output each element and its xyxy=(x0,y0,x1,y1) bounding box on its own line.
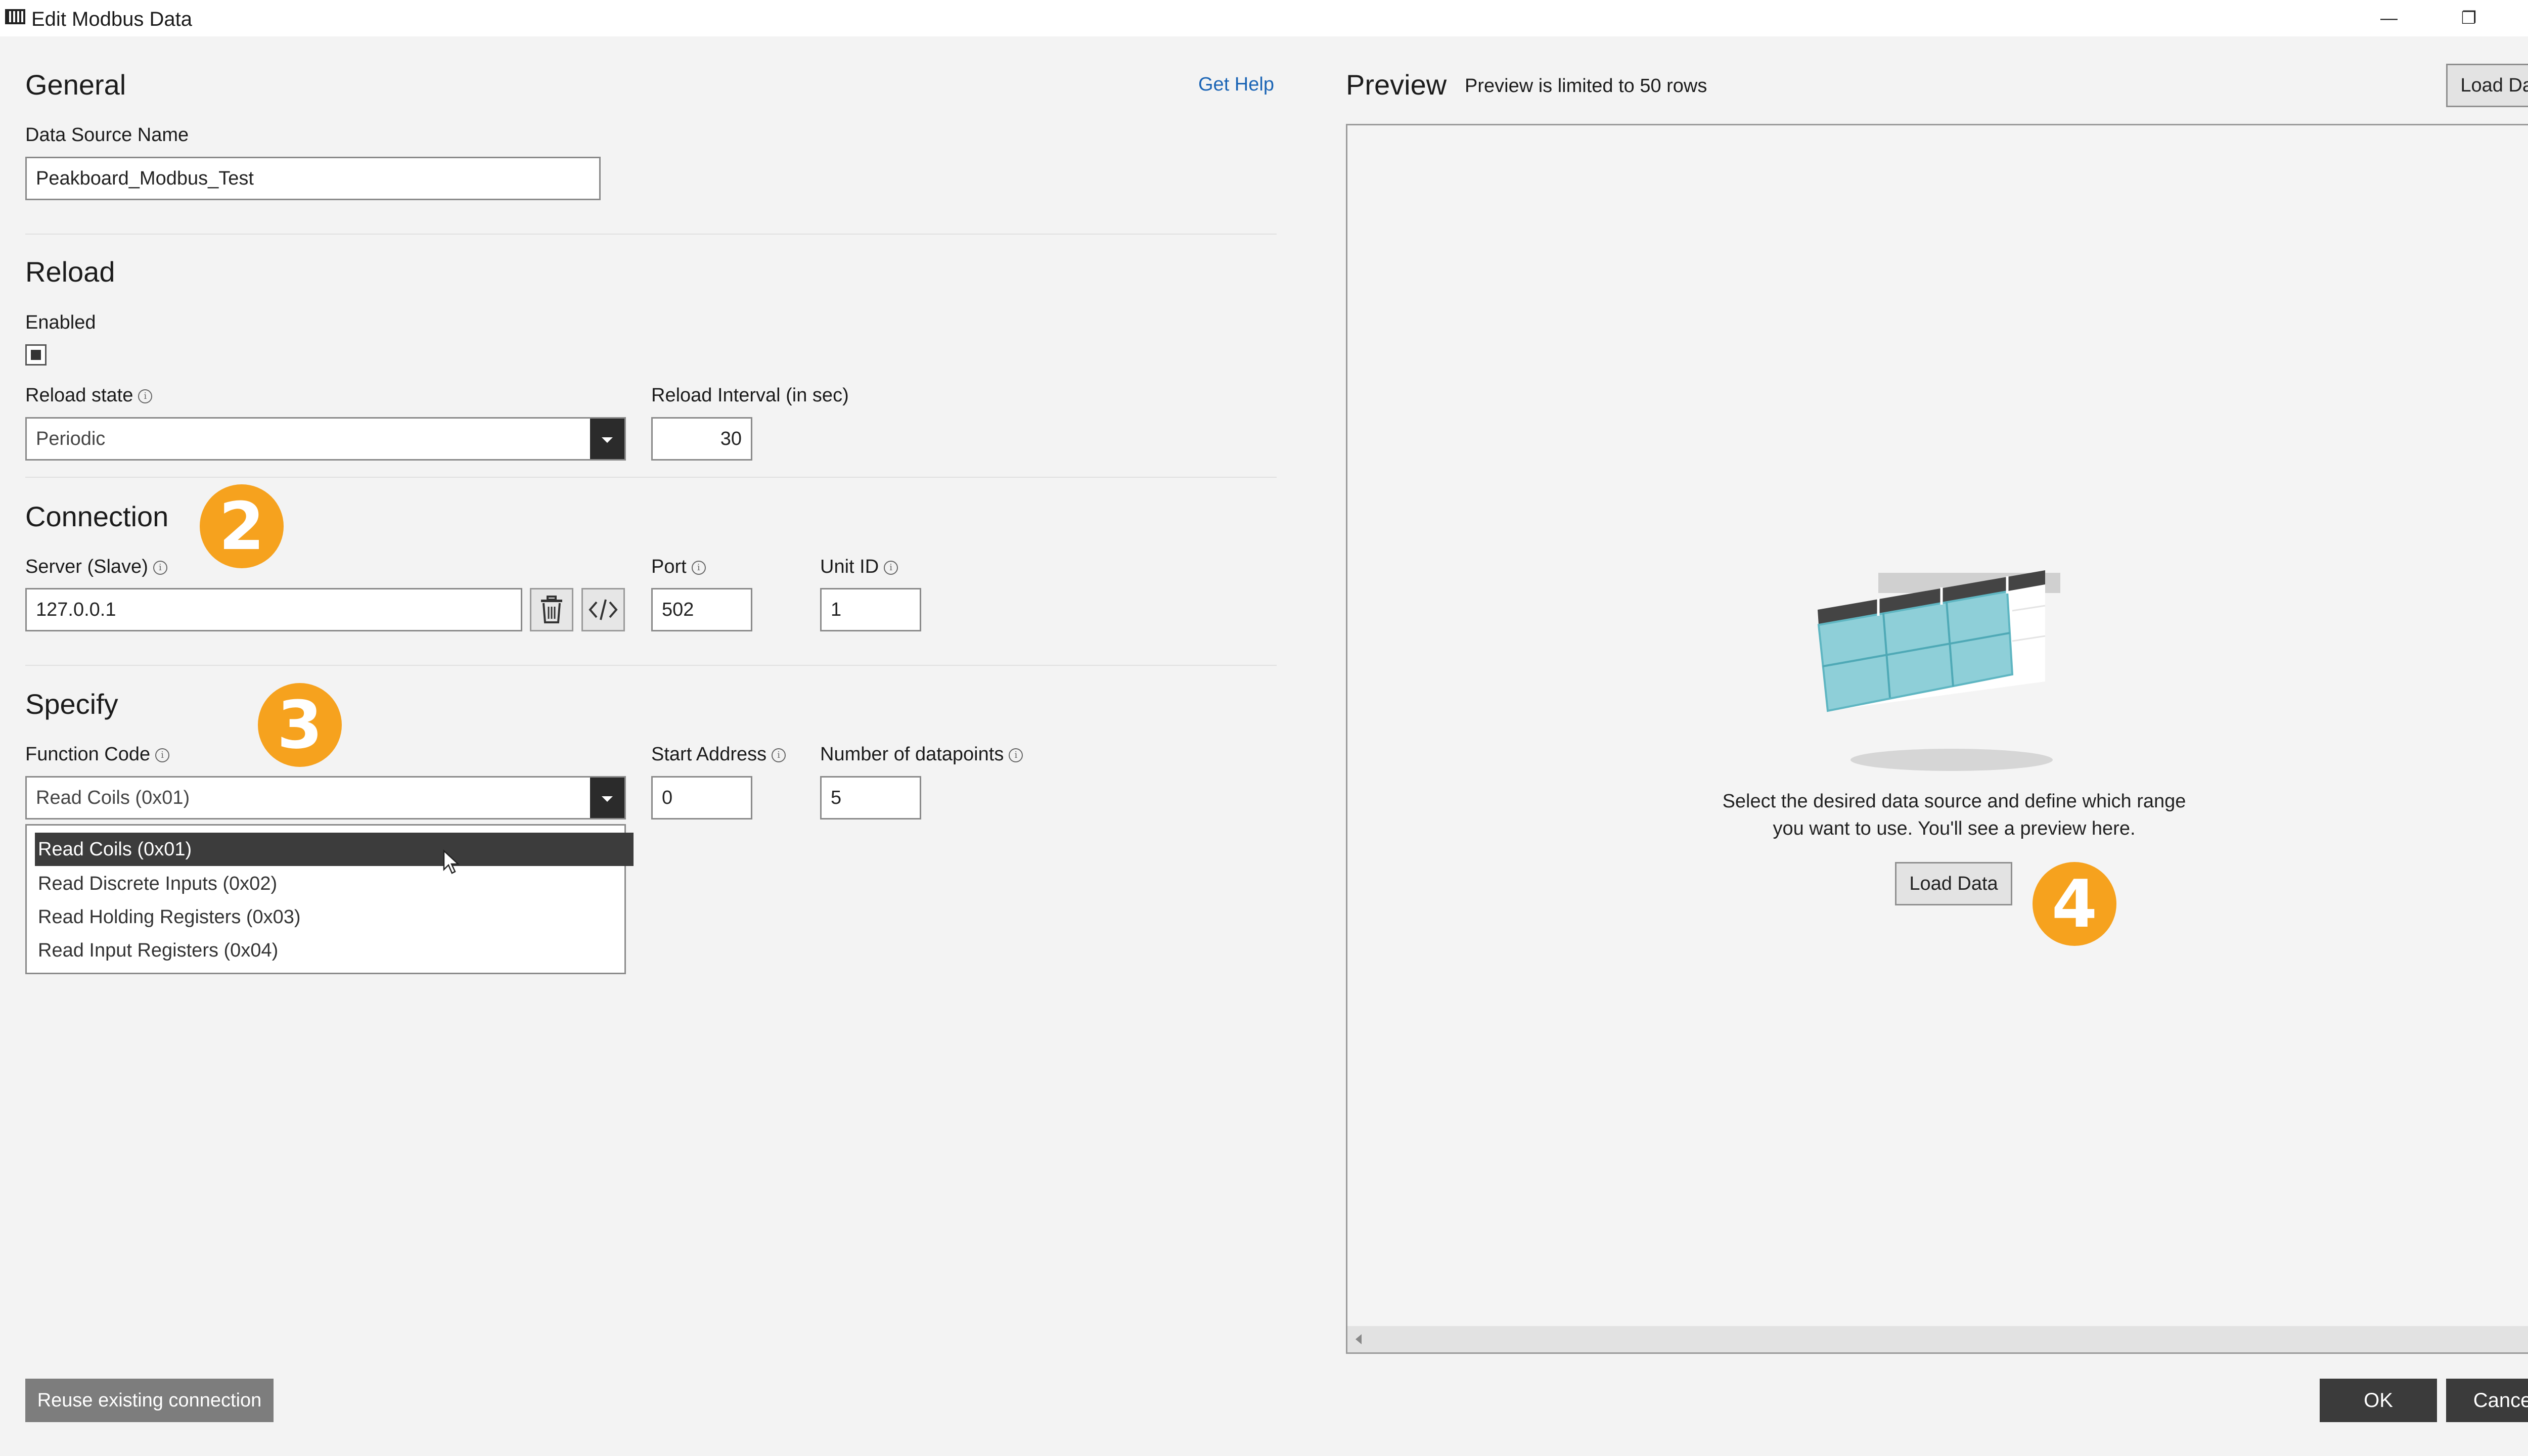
reuse-connection-button[interactable]: Reuse existing connection xyxy=(25,1379,274,1422)
function-code-label-text: Function Code xyxy=(25,744,151,765)
empty-table-illustration xyxy=(1817,570,2060,771)
minimize-button[interactable]: — xyxy=(2351,0,2427,36)
info-icon[interactable]: i xyxy=(155,748,170,762)
preview-note: Preview is limited to 50 rows xyxy=(1465,75,1707,97)
reload-state-dropdown[interactable]: Periodic xyxy=(25,417,626,461)
option-read-holding-registers[interactable]: Read Holding Registers (0x03) xyxy=(35,900,634,934)
info-icon[interactable]: i xyxy=(153,560,167,575)
reload-state-label: Reload state i xyxy=(25,383,153,407)
connection-heading: Connection xyxy=(25,500,169,532)
get-help-link[interactable]: Get Help xyxy=(1198,74,1274,96)
reload-heading: Reload xyxy=(25,256,115,288)
separator xyxy=(25,665,1277,666)
preview-heading: Preview xyxy=(1346,69,1447,101)
data-source-name-input[interactable]: Peakboard_Modbus_Test xyxy=(25,157,601,200)
separator xyxy=(25,234,1277,235)
step-badge-3: 3 xyxy=(258,683,342,767)
reload-state-value: Periodic xyxy=(36,428,106,449)
info-icon[interactable]: i xyxy=(1009,748,1023,762)
server-label: Server (Slave) i xyxy=(25,555,167,579)
port-input[interactable]: 502 xyxy=(651,588,752,631)
unit-id-label: Unit ID i xyxy=(820,555,898,579)
reload-interval-label: Reload Interval (in sec) xyxy=(651,385,849,406)
option-read-input-registers[interactable]: Read Input Registers (0x04) xyxy=(35,934,634,967)
port-label-text: Port xyxy=(651,556,687,577)
step-badge-4: 4 xyxy=(2033,862,2116,946)
chevron-down-icon[interactable] xyxy=(590,419,624,459)
port-label: Port i xyxy=(651,555,706,579)
app-icon xyxy=(5,9,25,24)
title-bar: Edit Modbus Data — ❐ ✕ xyxy=(0,0,2528,36)
separator xyxy=(25,477,1277,478)
cancel-button[interactable]: Cancel xyxy=(2446,1379,2528,1422)
code-button[interactable] xyxy=(581,588,625,631)
reload-state-label-text: Reload state xyxy=(25,385,133,406)
mouse-cursor-icon xyxy=(443,849,460,874)
preview-message-line1: Select the desired data source and defin… xyxy=(1722,791,2186,812)
unit-id-input[interactable]: 1 xyxy=(820,588,921,631)
delete-button[interactable] xyxy=(530,588,573,631)
datapoints-input[interactable]: 5 xyxy=(820,776,921,820)
function-code-options: Read Coils (0x01) Read Discrete Inputs (… xyxy=(25,824,634,974)
horizontal-scrollbar[interactable] xyxy=(1347,1326,2528,1352)
scroll-left-icon[interactable] xyxy=(1356,1334,1362,1344)
data-source-label: Data Source Name xyxy=(25,124,189,146)
load-data-center-button[interactable]: Load Data xyxy=(1895,862,2012,905)
load-data-top-button[interactable]: Load Data xyxy=(2446,64,2528,107)
start-address-label: Start Address i xyxy=(651,742,786,766)
info-icon[interactable]: i xyxy=(884,560,898,575)
specify-heading: Specify xyxy=(25,688,118,720)
datapoints-label-text: Number of datapoints xyxy=(820,744,1004,765)
preview-message-line2: you want to use. You'll see a preview he… xyxy=(1773,818,2136,839)
step-badge-2: 2 xyxy=(200,484,284,568)
start-address-input[interactable]: 0 xyxy=(651,776,752,820)
function-code-dropdown[interactable]: Read Coils (0x01) xyxy=(25,776,626,820)
checkbox-check xyxy=(31,350,41,360)
ok-button[interactable]: OK xyxy=(2320,1379,2437,1422)
function-code-label: Function Code i xyxy=(25,742,170,766)
enabled-checkbox[interactable] xyxy=(25,344,47,366)
restore-button[interactable]: ❐ xyxy=(2431,0,2507,36)
option-read-discrete-inputs[interactable]: Read Discrete Inputs (0x02) xyxy=(35,867,634,900)
preview-panel: Select the desired data source and defin… xyxy=(1346,124,2528,1354)
server-input[interactable]: 127.0.0.1 xyxy=(25,588,522,631)
general-heading: General xyxy=(25,69,126,101)
code-icon xyxy=(589,599,618,620)
function-code-value: Read Coils (0x01) xyxy=(36,787,190,808)
reload-interval-input[interactable]: 30 xyxy=(651,417,752,461)
datapoints-label: Number of datapoints i xyxy=(820,742,1023,766)
info-icon[interactable]: i xyxy=(138,389,153,403)
server-label-text: Server (Slave) xyxy=(25,556,148,577)
info-icon[interactable]: i xyxy=(691,560,706,575)
info-icon[interactable]: i xyxy=(772,748,786,762)
chevron-down-icon[interactable] xyxy=(590,778,624,818)
unit-id-label-text: Unit ID xyxy=(820,556,879,577)
start-address-label-text: Start Address xyxy=(651,744,767,765)
enabled-label: Enabled xyxy=(25,312,96,333)
close-button[interactable]: ✕ xyxy=(2509,0,2528,36)
window-title: Edit Modbus Data xyxy=(31,8,192,30)
option-read-coils[interactable]: Read Coils (0x01) xyxy=(35,833,634,866)
trash-icon xyxy=(541,596,562,623)
